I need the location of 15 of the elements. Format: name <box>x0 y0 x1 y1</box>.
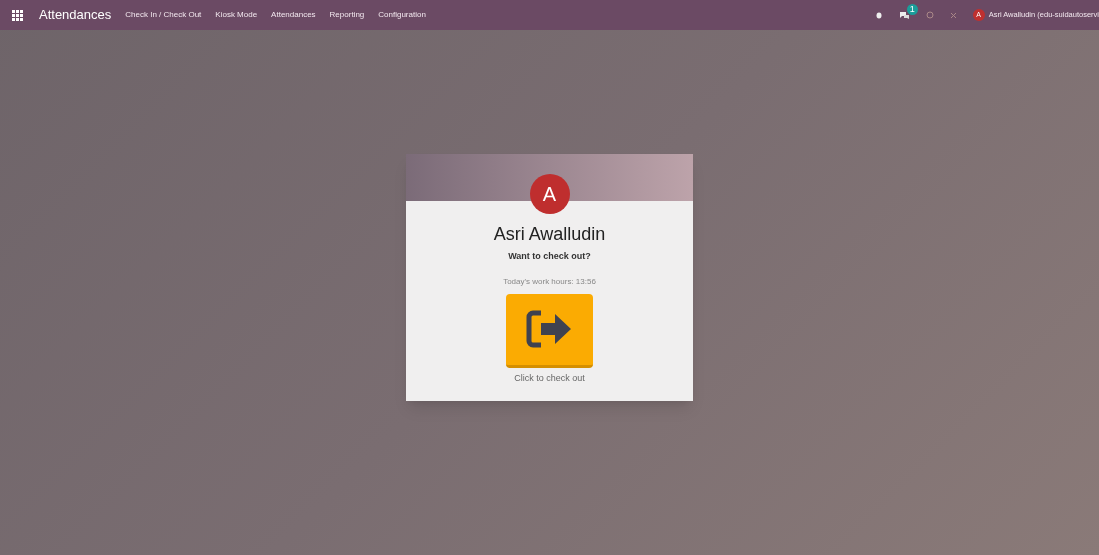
menu-item[interactable]: Configuration <box>378 9 426 21</box>
apps-grid-icon[interactable] <box>12 9 23 21</box>
menu-item[interactable]: Kiosk Mode <box>215 9 258 21</box>
app-title[interactable]: Attendances <box>39 5 112 25</box>
check-out-question: Want to check out? <box>508 250 591 263</box>
menu-item[interactable]: Attendances <box>271 9 316 21</box>
work-hours-text: Today's work hours: 13:56 <box>503 275 596 288</box>
menu-item[interactable]: Reporting <box>329 9 365 21</box>
check-out-button[interactable] <box>506 293 593 368</box>
chat-icon[interactable] <box>898 10 910 20</box>
message-count-badge: 1 <box>906 3 918 15</box>
button-caption: Click to check out <box>514 371 585 385</box>
employee-name: Asri Awalludin <box>493 223 606 246</box>
employee-avatar: A <box>529 174 570 214</box>
menu-item[interactable]: Check In / Check Out <box>125 9 202 21</box>
